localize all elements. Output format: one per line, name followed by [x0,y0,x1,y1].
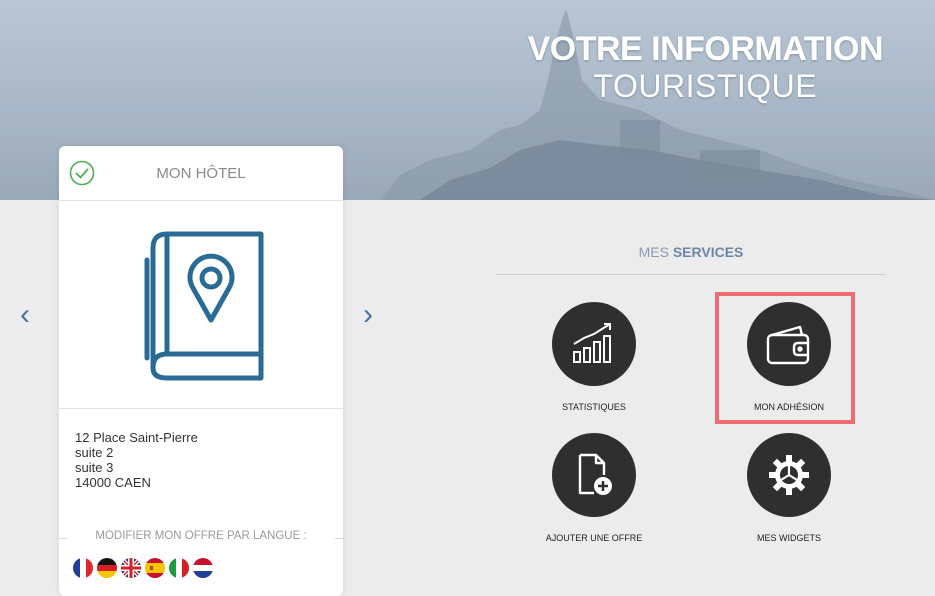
services-title: MES SERVICES [496,244,886,260]
carousel-prev-button[interactable]: ‹ [20,298,30,332]
hero-title-line2: TOURISTIQUE [593,68,818,104]
flag-es-icon[interactable] [145,558,165,578]
address-line: 12 Place Saint-Pierre [75,430,198,445]
service-label: MES WIDGETS [756,533,821,543]
language-flags [73,558,213,578]
services-title-prefix: MES [638,244,669,260]
hotel-card[interactable]: MON HÔTEL 12 Place Saint-Pierre suite 2 … [59,146,343,596]
service-circle [552,302,636,386]
card-header: MON HÔTEL [59,146,343,201]
gear-widget-icon [769,455,809,495]
hero-title-line1: VOTRE INFORMATION [527,30,884,68]
hero-title: VOTRE INFORMATION TOURISTIQUE [527,30,884,104]
service-label: STATISTIQUES [562,402,626,412]
address-line: suite 2 [75,445,114,460]
services-title-bold: SERVICES [672,244,744,260]
flag-it-icon[interactable] [169,558,189,578]
flag-de-icon[interactable] [97,558,117,578]
service-add-offer-button[interactable]: AJOUTER UNE OFFRE [533,433,655,543]
language-section: MODIFIER MON OFFRE PAR LANGUE : [59,530,343,546]
flag-nl-icon[interactable] [193,558,213,578]
address-line: suite 3 [75,460,114,475]
services-divider [496,274,886,275]
service-widgets-button[interactable]: MES WIDGETS [728,433,850,543]
statistics-chart-icon [573,323,611,363]
service-label: AJOUTER UNE OFFRE [545,533,643,543]
flag-gb-icon[interactable] [121,558,141,578]
book-location-icon [144,231,264,381]
add-document-icon [578,453,612,495]
service-statistics-button[interactable]: STATISTIQUES [533,302,655,412]
service-circle [747,433,831,517]
card-divider [59,408,343,409]
card-title: MON HÔTEL [156,165,246,182]
language-label: MODIFIER MON OFFRE PAR LANGUE : [95,530,307,542]
highlight-box [715,292,855,424]
address-line: 14000 CAEN [75,475,151,490]
divider-line [335,538,343,539]
service-circle [552,433,636,517]
hotel-address: 12 Place Saint-Pierre suite 2 suite 3 14… [75,430,198,490]
flag-fr-icon[interactable] [73,558,93,578]
carousel-next-button[interactable]: › [363,298,373,332]
